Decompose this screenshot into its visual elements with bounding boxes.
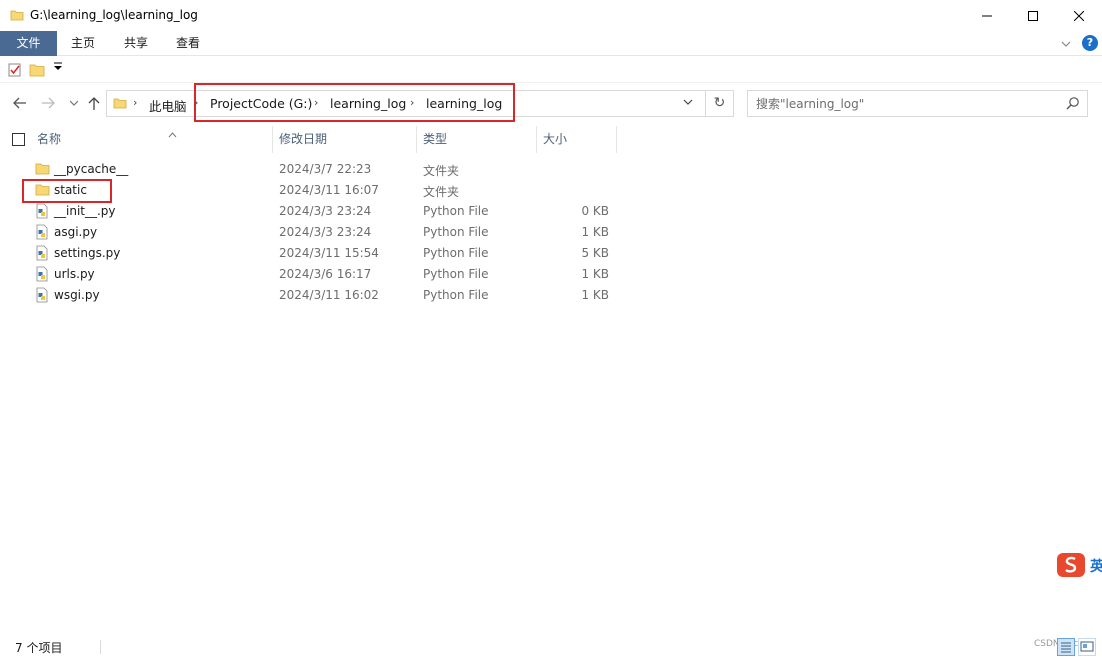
column-name[interactable]: 名称: [31, 126, 273, 153]
file-date: 2024/3/11 16:07: [279, 183, 379, 197]
file-type: 文件夹: [423, 185, 460, 199]
refresh-icon[interactable]: ↻: [706, 90, 734, 117]
maximize-button[interactable]: [1010, 0, 1056, 31]
details-view-icon[interactable]: [1057, 638, 1075, 656]
back-arrow-icon[interactable]: [10, 92, 30, 114]
file-size: 1 KB: [581, 225, 609, 239]
file-size: 5 KB: [581, 246, 609, 260]
list-item[interactable]: urls.py 2024/3/6 16:17 Python File 1 KB: [0, 264, 620, 285]
close-button[interactable]: [1056, 0, 1102, 31]
properties-icon[interactable]: [8, 63, 22, 80]
file-name: static: [54, 183, 87, 197]
window-title: G:\learning_log\learning_log: [30, 8, 198, 22]
file-name: asgi.py: [54, 225, 98, 239]
expand-ribbon-chevron-icon[interactable]: [1061, 37, 1071, 51]
file-name: __init__.py: [54, 204, 116, 218]
column-size[interactable]: 大小: [537, 126, 617, 153]
search-input[interactable]: [756, 95, 1056, 113]
ime-logo-icon[interactable]: [1056, 552, 1086, 578]
list-item[interactable]: static 2024/3/11 16:07 文件夹: [0, 180, 620, 201]
breadcrumb-this-pc[interactable]: 此电脑: [149, 96, 187, 115]
sort-ascending-icon: [168, 123, 177, 150]
folder-icon: [113, 96, 127, 113]
list-item[interactable]: settings.py 2024/3/11 15:54 Python File …: [0, 243, 620, 264]
tab-file[interactable]: 文件: [0, 31, 57, 56]
search-icon[interactable]: [1066, 96, 1080, 113]
tab-view[interactable]: 查看: [163, 31, 213, 56]
quick-access-toolbar: [0, 57, 1102, 83]
file-date: 2024/3/7 22:23: [279, 162, 372, 176]
item-count: 7 个项目: [15, 641, 63, 655]
file-size: 0 KB: [581, 204, 609, 218]
list-item[interactable]: __init__.py 2024/3/3 23:24 Python File 0…: [0, 201, 620, 222]
file-name: urls.py: [54, 267, 95, 281]
title-bar: G:\learning_log\learning_log: [0, 0, 1102, 31]
status-divider: [100, 640, 101, 654]
python-file-icon: [35, 287, 49, 306]
large-icons-view-icon[interactable]: [1078, 638, 1096, 656]
list-item[interactable]: __pycache__ 2024/3/7 22:23 文件夹: [0, 159, 620, 180]
folder-icon: [35, 182, 50, 200]
file-size: 1 KB: [581, 267, 609, 281]
search-box[interactable]: [747, 90, 1088, 117]
navigation-bar: › 此电脑 › ProjectCode (G:) › learning_log …: [0, 84, 1102, 124]
new-folder-icon[interactable]: [29, 62, 45, 80]
file-type: Python File: [423, 204, 489, 218]
select-all-checkbox[interactable]: [12, 133, 25, 146]
status-bar: 7 个项目 CSDN@zc: [0, 636, 1102, 659]
help-icon[interactable]: ?: [1082, 35, 1098, 51]
folder-icon: [35, 161, 50, 179]
recent-locations-chevron-icon[interactable]: [64, 92, 84, 114]
file-type: 文件夹: [423, 164, 460, 178]
ribbon-tabs: 文件 主页 共享 查看 ?: [0, 31, 1102, 56]
column-date[interactable]: 修改日期: [273, 126, 417, 153]
file-name: settings.py: [54, 246, 121, 260]
file-date: 2024/3/6 16:17: [279, 267, 372, 281]
python-file-icon: [35, 245, 49, 264]
python-file-icon: [35, 203, 49, 222]
ime-mode-indicator[interactable]: 英: [1090, 556, 1102, 576]
python-file-icon: [35, 224, 49, 243]
folder-icon: [10, 8, 24, 25]
file-type: Python File: [423, 246, 489, 260]
list-item[interactable]: wsgi.py 2024/3/11 16:02 Python File 1 KB: [0, 285, 620, 306]
file-date: 2024/3/11 15:54: [279, 246, 379, 260]
column-headers: 名称 修改日期 类型 大小: [0, 126, 1102, 153]
forward-arrow-icon[interactable]: [38, 92, 58, 114]
breadcrumb-highlight-box: [194, 83, 515, 122]
file-type: Python File: [423, 225, 489, 239]
file-date: 2024/3/3 23:24: [279, 225, 372, 239]
file-date: 2024/3/3 23:24: [279, 204, 372, 218]
minimize-button[interactable]: [964, 0, 1010, 31]
file-name: wsgi.py: [54, 288, 100, 302]
python-file-icon: [35, 266, 49, 285]
file-type: Python File: [423, 267, 489, 281]
breadcrumb-separator-icon[interactable]: ›: [133, 96, 137, 109]
file-date: 2024/3/11 16:02: [279, 288, 379, 302]
tab-share[interactable]: 共享: [111, 31, 161, 56]
list-item[interactable]: asgi.py 2024/3/3 23:24 Python File 1 KB: [0, 222, 620, 243]
address-dropdown-chevron-icon[interactable]: [683, 96, 693, 109]
file-type: Python File: [423, 288, 489, 302]
file-name: __pycache__: [54, 162, 129, 176]
column-name-label: 名称: [37, 132, 62, 146]
file-size: 1 KB: [581, 288, 609, 302]
tab-home[interactable]: 主页: [58, 31, 108, 56]
up-arrow-icon[interactable]: [84, 92, 104, 114]
column-type[interactable]: 类型: [417, 126, 537, 153]
customize-dropdown-icon[interactable]: [54, 61, 62, 74]
